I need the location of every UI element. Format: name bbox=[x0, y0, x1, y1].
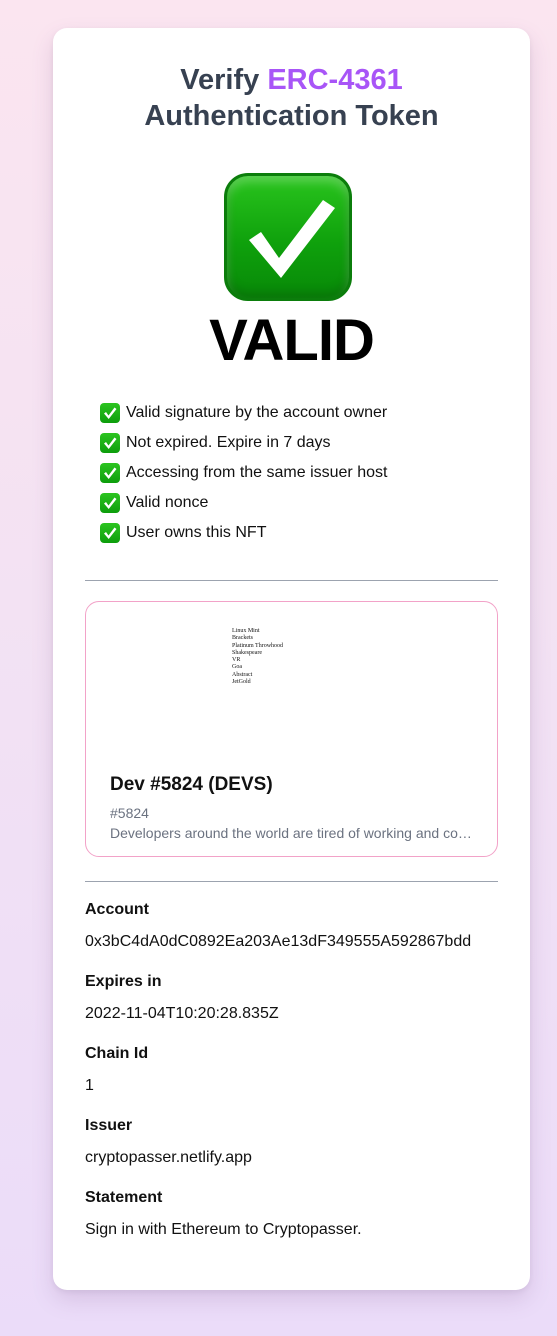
nft-card[interactable]: Linux Mint Brackets Platinum Throwhood S… bbox=[85, 601, 498, 857]
nft-token-id: #5824 bbox=[110, 805, 149, 821]
nft-image-trait: Shakespeare bbox=[232, 649, 262, 656]
nft-description: Developers around the world are tired of… bbox=[110, 825, 474, 841]
detail-chain-id: Chain Id 1 bbox=[85, 1042, 498, 1114]
check-item: Valid nonce bbox=[100, 488, 387, 518]
check-item: Valid signature by the account owner bbox=[100, 398, 387, 428]
check-item-text: Valid signature by the account owner bbox=[126, 404, 388, 421]
nft-image: Linux Mint Brackets Platinum Throwhood S… bbox=[232, 628, 283, 686]
nft-image-trait: Platinum Throwhood bbox=[232, 642, 284, 649]
nft-image-trait: Brackets bbox=[232, 635, 253, 642]
check-item: Accessing from the same issuer host bbox=[100, 458, 387, 488]
detail-label: Issuer bbox=[85, 1117, 133, 1134]
title-prefix: Verify bbox=[180, 64, 260, 96]
detail-label: Expires in bbox=[85, 973, 162, 990]
detail-value: cryptopasser.netlify.app bbox=[85, 1149, 252, 1166]
divider bbox=[85, 881, 498, 882]
status-label: VALID bbox=[209, 308, 375, 373]
verification-checklist: Valid signature by the account owner Not… bbox=[100, 398, 387, 548]
title-accent: ERC-4361 bbox=[267, 64, 403, 96]
check-item-text: Accessing from the same issuer host bbox=[126, 464, 388, 481]
detail-value: 1 bbox=[85, 1077, 94, 1094]
check-mark-button-icon bbox=[224, 173, 352, 301]
page-title: Verify ERC-4361 Authentication Token bbox=[53, 62, 530, 134]
detail-value: 2022-11-04T10:20:28.835Z bbox=[85, 1005, 279, 1022]
divider bbox=[85, 580, 498, 581]
nft-image-trait: Linux Mint bbox=[232, 628, 260, 634]
check-item: Not expired. Expire in 7 days bbox=[100, 428, 387, 458]
detail-statement: Statement Sign in with Ethereum to Crypt… bbox=[85, 1186, 498, 1258]
detail-account: Account 0x3bC4dA0dC0892Ea203Ae13dF349555… bbox=[85, 898, 498, 970]
detail-label: Statement bbox=[85, 1189, 163, 1206]
detail-expires: Expires in 2022-11-04T10:20:28.835Z bbox=[85, 970, 498, 1042]
check-item-text: Not expired. Expire in 7 days bbox=[126, 434, 331, 451]
nft-image-trait: Goa bbox=[232, 664, 242, 671]
verification-card: Verify ERC-4361 Authentication Token VAL… bbox=[53, 28, 530, 1290]
check-mark-button-icon bbox=[100, 523, 120, 543]
detail-value: 0x3bC4dA0dC0892Ea203Ae13dF349555A592867b… bbox=[85, 933, 472, 950]
check-item-text: User owns this NFT bbox=[126, 524, 267, 541]
check-mark-button-icon bbox=[100, 433, 120, 453]
check-mark-button-icon bbox=[100, 493, 120, 513]
check-mark-button-icon bbox=[100, 463, 120, 483]
detail-label: Account bbox=[85, 901, 149, 918]
detail-value: Sign in with Ethereum to Cryptopasser. bbox=[85, 1221, 362, 1238]
nft-image-trait: Abstract bbox=[232, 671, 253, 678]
title-suffix: Authentication Token bbox=[144, 100, 439, 132]
check-item-text: Valid nonce bbox=[126, 494, 209, 511]
nft-image-trait: VR bbox=[232, 657, 241, 664]
check-mark-button-icon bbox=[100, 403, 120, 423]
token-details: Account 0x3bC4dA0dC0892Ea203Ae13dF349555… bbox=[85, 898, 498, 1258]
nft-image-trait: JetGold bbox=[232, 679, 251, 686]
check-item: User owns this NFT bbox=[100, 518, 387, 548]
nft-title: Dev #5824 (DEVS) bbox=[110, 774, 273, 795]
detail-label: Chain Id bbox=[85, 1045, 149, 1062]
detail-issuer: Issuer cryptopasser.netlify.app bbox=[85, 1114, 498, 1186]
